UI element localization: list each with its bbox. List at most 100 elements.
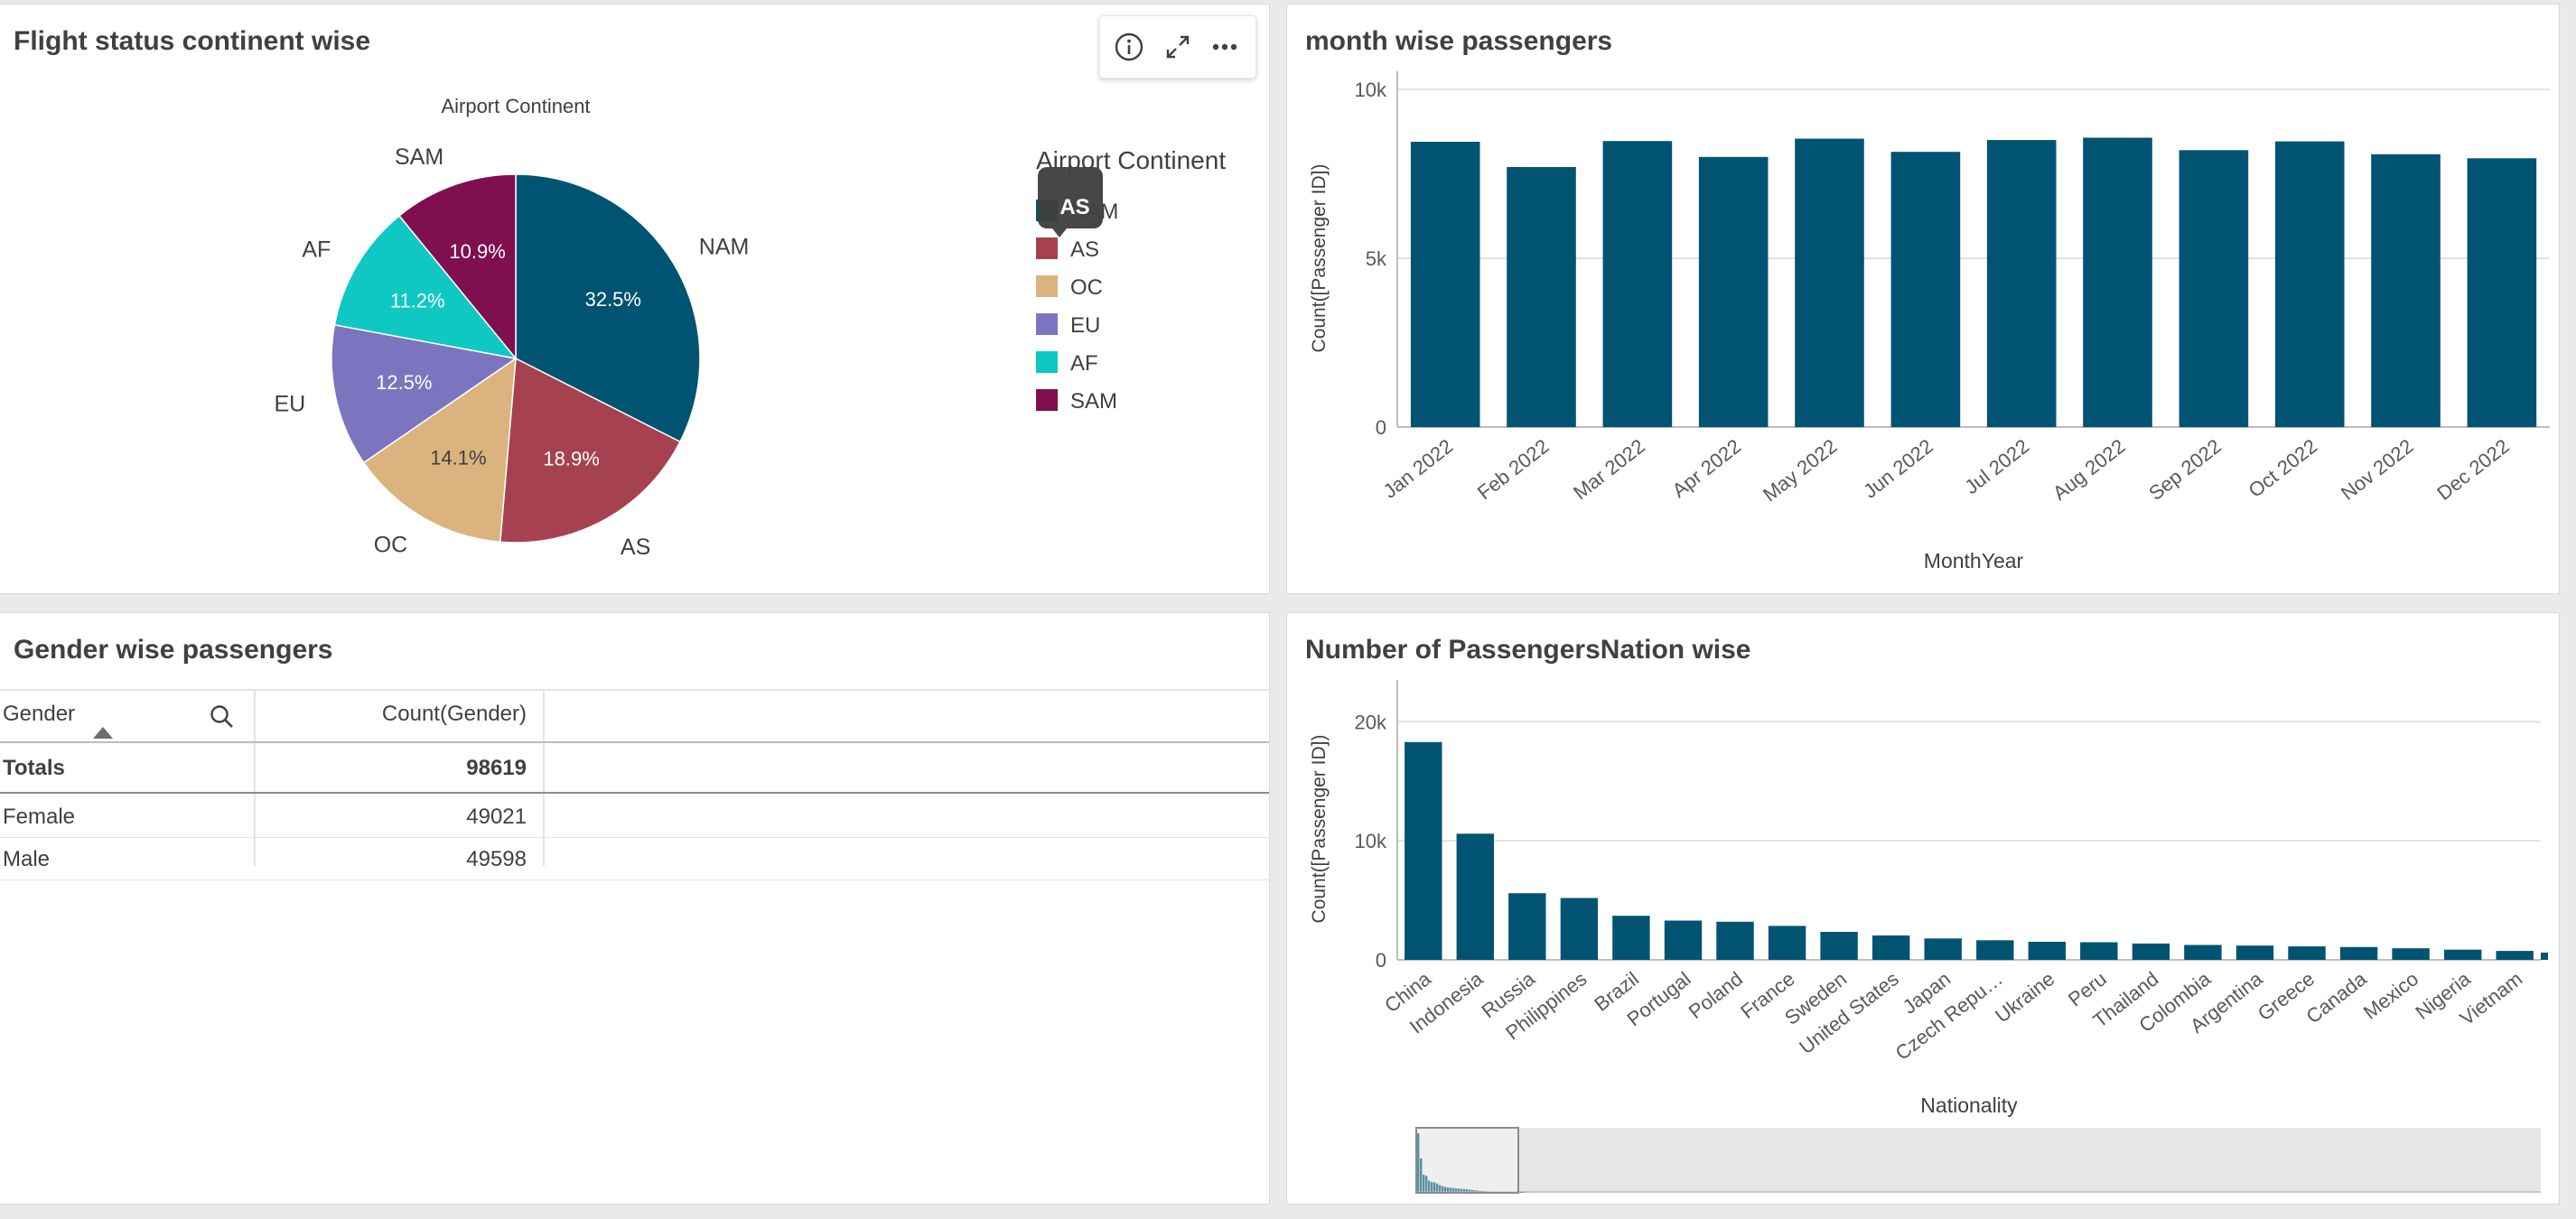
bar-aug-2022[interactable] (2083, 137, 2152, 428)
bar-may-2022[interactable] (1795, 138, 1864, 427)
legend-swatch (1036, 389, 1058, 411)
gender-column-header[interactable]: Gender (3, 702, 75, 727)
count-cell: 49021 (466, 805, 527, 829)
x-tick-label: Oct 2022 (2245, 434, 2322, 502)
x-tick-label: Ukraine (1991, 967, 2058, 1027)
pie-category-label: AF (302, 237, 331, 263)
bar-nigeria[interactable] (2444, 949, 2482, 960)
bar-apr-2022[interactable] (1698, 156, 1769, 428)
y-tick-label: 10k (1355, 830, 1387, 852)
mini-map-scrollbar[interactable] (1415, 1127, 2541, 1194)
legend-swatch (1036, 313, 1058, 335)
x-tick-label: Poland (1685, 967, 1747, 1023)
legend-item-af[interactable]: AF (1036, 351, 1098, 376)
count-column-header[interactable]: Count(Gender) (256, 702, 527, 727)
bar-vietnam[interactable] (2496, 951, 2534, 960)
pie-category-label: OC (374, 533, 408, 558)
sort-ascending-icon[interactable] (93, 727, 113, 740)
legend-swatch (1036, 275, 1058, 297)
x-tick-label: Jun 2022 (1859, 434, 1937, 502)
gender-cell: Male (3, 847, 51, 871)
bar-jun-2022[interactable] (1890, 152, 1961, 427)
x-tick-label: Canada (2302, 967, 2372, 1028)
x-tick-label: Mar 2022 (1569, 434, 1649, 504)
bar-jan-2022[interactable] (1410, 142, 1480, 427)
pie-percent-label: 11.2% (390, 290, 445, 312)
legend-label: AF (1070, 351, 1098, 376)
pie-category-label: SAM (395, 144, 443, 170)
x-tick-label: Apr 2022 (1668, 434, 1746, 502)
x-tick-label: Jan 2022 (1379, 434, 1458, 502)
legend-label: EU (1070, 313, 1100, 338)
table-header-row: Gender Count(Gender) (0, 689, 1269, 741)
legend-item-oc[interactable]: OC (1036, 275, 1103, 300)
y-tick-label: 5k (1366, 247, 1387, 270)
bar-russia[interactable] (1508, 893, 1546, 960)
bar-sweden[interactable] (1820, 932, 1858, 960)
gender-cell: Female (3, 805, 76, 829)
y-axis-title: Count([Passenger ID]) (1309, 735, 1330, 924)
legend-item-eu[interactable]: EU (1036, 313, 1100, 338)
bar-colombia[interactable] (2184, 944, 2222, 961)
bar-thailand[interactable] (2132, 943, 2170, 960)
x-axis-title: Nationality (1920, 1093, 2018, 1117)
bar-canada[interactable] (2339, 946, 2378, 960)
totals-label: Totals (3, 756, 65, 780)
bar-mar-2022[interactable] (1602, 141, 1673, 427)
pie-category-label: AS (621, 535, 650, 560)
bar-jul-2022[interactable] (1986, 140, 2057, 427)
bar-ukraine[interactable] (2028, 942, 2066, 960)
bar-portugal[interactable] (1664, 920, 1703, 961)
bar-japan[interactable] (1924, 938, 1962, 960)
pie-percent-label: 14.1% (430, 446, 486, 469)
pie-percent-label: 12.5% (376, 371, 432, 394)
gender-panel: Gender wise passengers Gender Count(Gend… (0, 612, 1270, 1205)
bar-philippines[interactable] (1560, 898, 1599, 961)
table-totals-row: Totals 98619 (0, 743, 1269, 792)
nation-panel: Number of PassengersNation wise 0 10k 20k C… (1286, 612, 2560, 1205)
tooltip-text: AS (1059, 195, 1089, 219)
legend-item-as[interactable]: AS (1036, 237, 1099, 262)
table-row[interactable]: Female 49021 (0, 794, 1269, 837)
count-cell: 49598 (466, 847, 527, 871)
mini-map-track (1415, 1128, 2541, 1193)
bar-brazil[interactable] (1612, 916, 1650, 960)
pie-chart-title: Airport Continent (441, 95, 590, 117)
bar-china[interactable] (1405, 741, 1442, 960)
y-tick-label: 0 (1376, 949, 1386, 972)
pie-percent-label: 10.9% (449, 240, 505, 263)
legend-swatch (1036, 237, 1058, 259)
bar-partial (2541, 953, 2548, 960)
bar-poland[interactable] (1716, 921, 1754, 960)
table-row[interactable]: Male 49598 (0, 838, 1269, 879)
bar-dec-2022[interactable] (2467, 158, 2537, 428)
nation-bar-chart[interactable]: 010k20kChinaIndonesiaRussiaPhilippinesBr… (1287, 613, 2559, 1204)
bar-france[interactable] (1768, 926, 1806, 960)
pie-percent-label: 18.9% (543, 448, 599, 470)
legend-item-sam[interactable]: SAM (1036, 389, 1117, 414)
x-tick-label: Dec 2022 (2432, 434, 2514, 505)
bar-mexico[interactable] (2392, 948, 2430, 960)
pie-percent-label: 32.5% (585, 288, 641, 311)
bar-nov-2022[interactable] (2371, 154, 2441, 428)
tooltip: AS (1038, 167, 1103, 237)
bar-indonesia[interactable] (1456, 833, 1494, 960)
x-tick-label: Feb 2022 (1473, 434, 1554, 504)
bar-feb-2022[interactable] (1507, 167, 1576, 427)
bar-greece[interactable] (2288, 946, 2326, 960)
bar-sep-2022[interactable] (2179, 150, 2249, 428)
x-tick-label: Nov 2022 (2337, 434, 2418, 505)
search-icon[interactable] (209, 703, 236, 730)
y-tick-label: 20k (1355, 711, 1387, 733)
bar-united-states[interactable] (1872, 935, 1910, 960)
bar-czech-repu-[interactable] (1976, 940, 2014, 961)
bar-argentina[interactable] (2235, 945, 2274, 960)
pie-chart[interactable]: Airport Continent 32.5% NAM 18.9% AS 14.1% OC… (0, 5, 1269, 593)
legend-label: AS (1070, 237, 1099, 262)
bar-oct-2022[interactable] (2274, 141, 2345, 427)
x-tick-label: Sep 2022 (2144, 434, 2226, 505)
mini-map-window[interactable] (1415, 1127, 1519, 1194)
month-bar-chart[interactable]: 0 5k 10k Jan 2022 Feb 2022 Mar 2022 Apr 2022 Ma… (1287, 5, 2559, 593)
bar-peru[interactable] (2080, 942, 2118, 961)
legend-swatch (1036, 351, 1058, 373)
